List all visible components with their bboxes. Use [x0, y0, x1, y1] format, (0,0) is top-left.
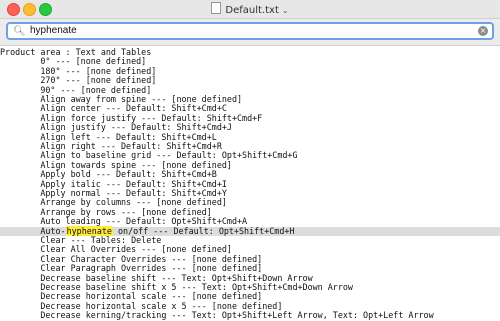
window-title-text: Default.txt [225, 5, 279, 16]
search-input[interactable] [30, 25, 450, 36]
document-icon [211, 2, 222, 14]
find-bar: 🔍︎ × [0, 19, 500, 46]
clear-search-icon[interactable]: × [478, 26, 488, 36]
title-bar: Default.txt ⌄ [0, 0, 500, 19]
search-field[interactable]: 🔍︎ × [6, 22, 494, 40]
window-title: Default.txt ⌄ [0, 2, 500, 16]
text-document[interactable]: Product area : Text and Tables 0° --- [n… [0, 46, 500, 321]
text-line: Decrease kerning/tracking --- Text: Opt+… [0, 310, 434, 321]
chevron-down-icon[interactable]: ⌄ [282, 6, 289, 15]
search-icon[interactable]: 🔍︎ [13, 26, 26, 37]
